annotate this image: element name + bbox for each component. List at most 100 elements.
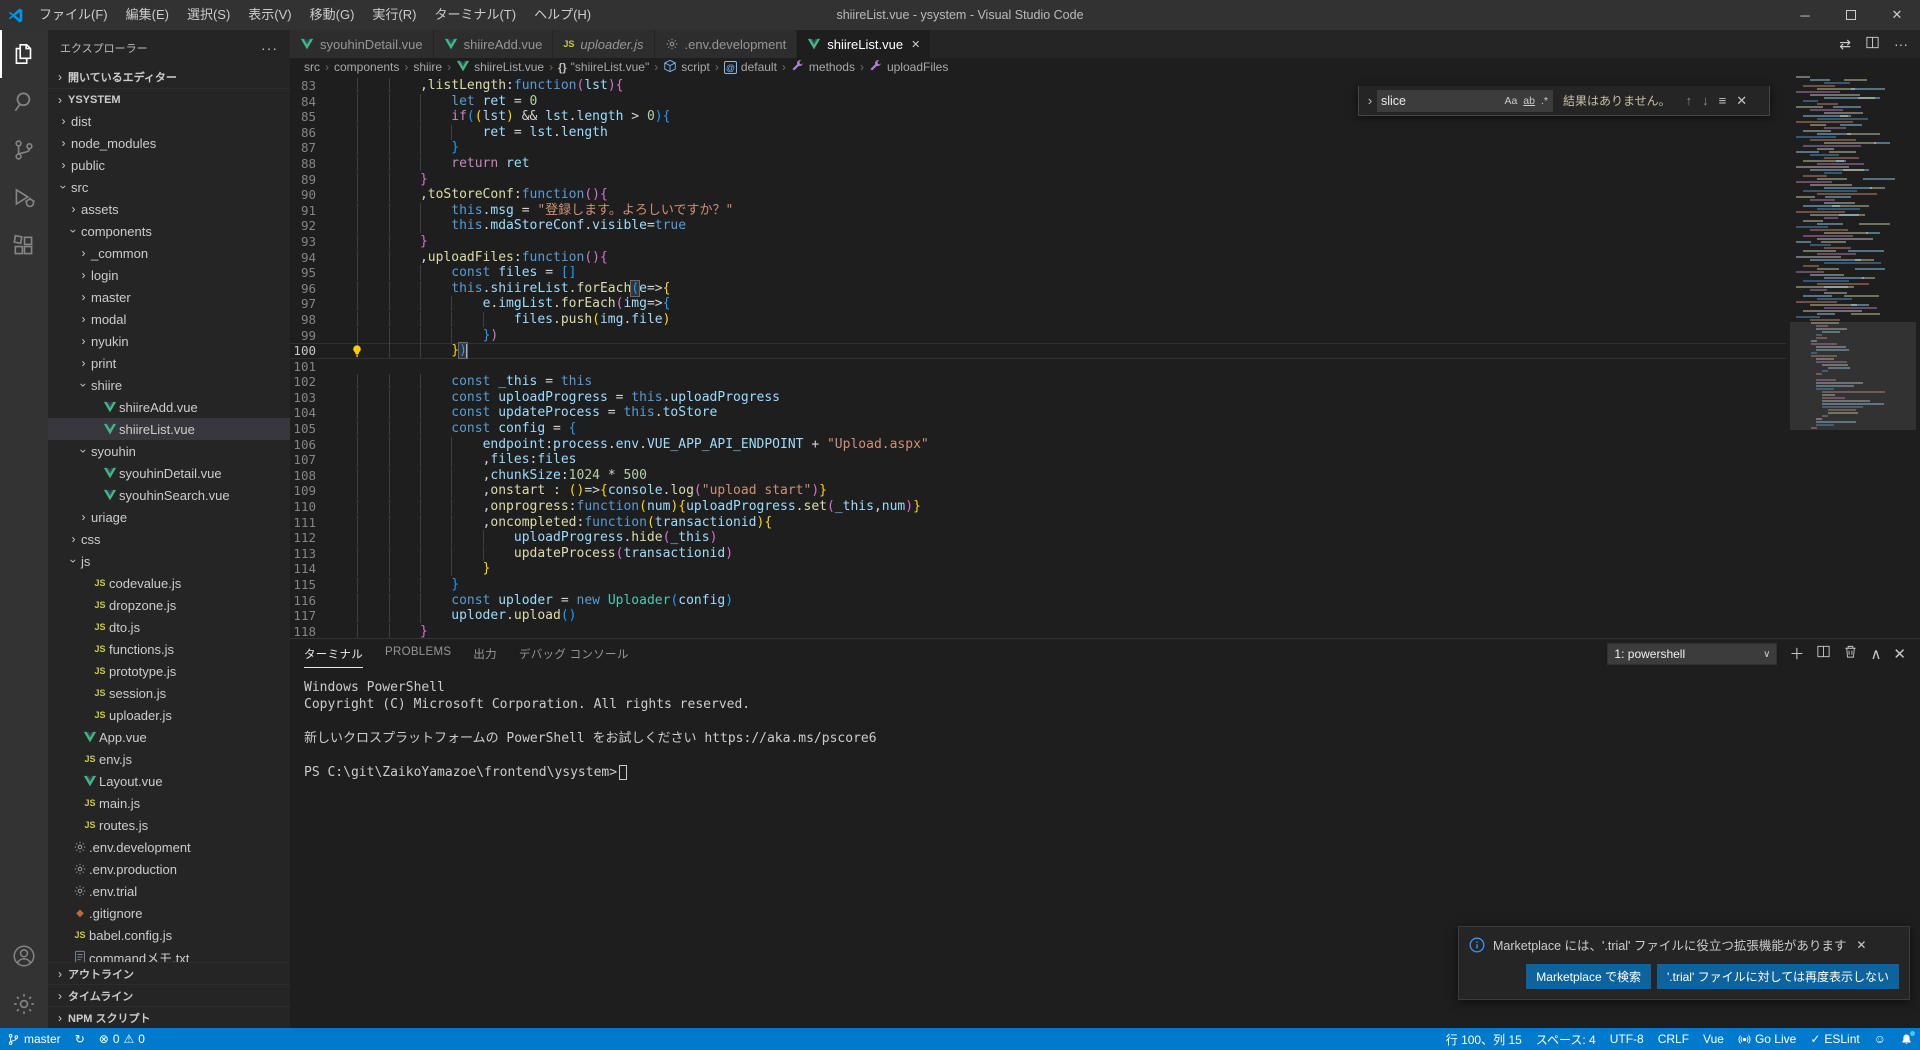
line-number[interactable]: 112: [290, 530, 326, 546]
breadcrumb-item-shiire[interactable]: shiire: [413, 60, 442, 74]
line-number[interactable]: 108: [290, 468, 326, 484]
tree-item-session.js[interactable]: JSsession.js: [48, 682, 290, 704]
tree-item-login[interactable]: ›login: [48, 264, 290, 286]
terminal-selector[interactable]: 1: powershell ∨: [1607, 643, 1777, 665]
cursor-position[interactable]: 行 100、列 15: [1439, 1028, 1529, 1050]
code-line-115[interactable]: 115 }: [290, 577, 1786, 593]
tree-item-node_modules[interactable]: ›node_modules: [48, 132, 290, 154]
tab-shiireList.vue[interactable]: shiireList.vue✕: [797, 30, 930, 58]
tree-item-shiireList.vue[interactable]: shiireList.vue: [48, 418, 290, 440]
tree-item-codevalue.js[interactable]: JScodevalue.js: [48, 572, 290, 594]
breadcrumb-item-uploadFiles[interactable]: uploadFiles: [869, 59, 948, 76]
explorer-icon[interactable]: [0, 30, 48, 78]
line-number[interactable]: 98: [290, 312, 326, 328]
breadcrumb-item-methods[interactable]: methods: [791, 59, 855, 76]
tree-item-uploader.js[interactable]: JSuploader.js: [48, 704, 290, 726]
tree-item-main.js[interactable]: JSmain.js: [48, 792, 290, 814]
line-number[interactable]: 102: [290, 374, 326, 390]
menu-選択(S)[interactable]: 選択(S): [178, 0, 239, 30]
tree-item-.env.development[interactable]: .env.development: [48, 836, 290, 858]
section-アウトライン[interactable]: ›アウトライン: [48, 962, 290, 984]
tree-item-public[interactable]: ›public: [48, 154, 290, 176]
section-タイムライン[interactable]: ›タイムライン: [48, 984, 290, 1006]
line-number[interactable]: 107: [290, 452, 326, 468]
lightbulb-icon[interactable]: [350, 344, 364, 358]
line-number[interactable]: 90: [290, 187, 326, 203]
panel-tab-デバッグ コンソール[interactable]: デバッグ コンソール: [519, 640, 629, 668]
code-line-113[interactable]: 113 updateProcess(transactionid): [290, 546, 1786, 562]
indentation-indicator[interactable]: スペース: 4: [1529, 1028, 1603, 1050]
tree-item-assets[interactable]: ›assets: [48, 198, 290, 220]
line-number[interactable]: 95: [290, 265, 326, 281]
tree-item-print[interactable]: ›print: [48, 352, 290, 374]
close-window-icon[interactable]: ✕: [1874, 0, 1920, 30]
maximize-panel-icon[interactable]: ∧: [1870, 647, 1881, 662]
code-editor[interactable]: 83 ,listLength:function(lst){84 let ret …: [290, 76, 1920, 638]
code-line-94[interactable]: 94 ,uploadFiles:function(){: [290, 250, 1786, 266]
panel-tab-出力[interactable]: 出力: [473, 640, 497, 668]
code-line-107[interactable]: 107 ,files:files: [290, 452, 1786, 468]
code-line-112[interactable]: 112 uploadProgress.hide(_this): [290, 530, 1786, 546]
tree-item-syouhinSearch.vue[interactable]: syouhinSearch.vue: [48, 484, 290, 506]
tree-item-Layout.vue[interactable]: Layout.vue: [48, 770, 290, 792]
minimize-icon[interactable]: ─: [1782, 0, 1828, 30]
account-icon[interactable]: [0, 932, 48, 980]
tree-item-syouhin[interactable]: ›syouhin: [48, 440, 290, 462]
line-number[interactable]: 89: [290, 172, 326, 188]
tree-item-src[interactable]: ›src: [48, 176, 290, 198]
code-line-118[interactable]: 118 }: [290, 624, 1786, 638]
line-number[interactable]: 88: [290, 156, 326, 172]
code-line-90[interactable]: 90 ,toStoreConf:function(){: [290, 187, 1786, 203]
feedback-smiley-icon[interactable]: ☺: [1867, 1028, 1893, 1050]
close-tab-icon[interactable]: ✕: [911, 38, 920, 51]
find-in-selection-icon[interactable]: ≡: [1719, 93, 1727, 108]
line-number[interactable]: 105: [290, 421, 326, 437]
open-editors-section[interactable]: › 開いているエディター: [48, 66, 290, 88]
sync-indicator[interactable]: ↻: [68, 1028, 92, 1050]
line-number[interactable]: 104: [290, 405, 326, 421]
breadcrumb-item-components[interactable]: components: [334, 60, 399, 74]
line-number[interactable]: 85: [290, 109, 326, 125]
split-terminal-icon[interactable]: [1816, 644, 1831, 664]
code-line-88[interactable]: 88 return ret: [290, 156, 1786, 172]
line-number[interactable]: 86: [290, 125, 326, 141]
line-number[interactable]: 94: [290, 250, 326, 266]
code-line-111[interactable]: 111 ,oncompleted:function(transactionid)…: [290, 515, 1786, 531]
tree-item-.env.trial[interactable]: .env.trial: [48, 880, 290, 902]
line-number[interactable]: 115: [290, 577, 326, 593]
breadcrumb-item-"shiireList.vue"[interactable]: {}"shiireList.vue": [558, 60, 649, 74]
code-line-116[interactable]: 116 const uploder = new Uploader(config): [290, 593, 1786, 609]
panel-tab-PROBLEMS[interactable]: PROBLEMS: [385, 640, 451, 668]
line-number[interactable]: 96: [290, 281, 326, 297]
tree-item-dto.js[interactable]: JSdto.js: [48, 616, 290, 638]
code-line-92[interactable]: 92 this.mdaStoreConf.visible=true: [290, 218, 1786, 234]
terminal-output[interactable]: Windows PowerShellCopyright (C) Microsof…: [290, 669, 1920, 781]
menu-ターミナル(T)[interactable]: ターミナル(T): [425, 0, 525, 30]
tree-item-components[interactable]: ›components: [48, 220, 290, 242]
workspace-root-section[interactable]: › YSYSTEM: [48, 88, 290, 110]
regex-icon[interactable]: .*: [1538, 93, 1551, 109]
split-editor-icon[interactable]: [1865, 35, 1880, 53]
code-line-99[interactable]: 99 }): [290, 328, 1786, 344]
breadcrumb-item-src[interactable]: src: [304, 60, 320, 74]
close-panel-icon[interactable]: ✕: [1893, 647, 1906, 662]
line-number[interactable]: 110: [290, 499, 326, 515]
code-line-101[interactable]: 101: [290, 359, 1786, 375]
tree-item-.gitignore[interactable]: ◆.gitignore: [48, 902, 290, 924]
tree-item-uriage[interactable]: ›uriage: [48, 506, 290, 528]
line-number[interactable]: 84: [290, 94, 326, 110]
code-line-89[interactable]: 89 }: [290, 172, 1786, 188]
close-notification-icon[interactable]: ✕: [1856, 938, 1866, 952]
extensions-icon[interactable]: [0, 222, 48, 270]
line-number[interactable]: 97: [290, 296, 326, 312]
breadcrumb-item-script[interactable]: script: [663, 59, 710, 76]
menu-編集(E)[interactable]: 編集(E): [117, 0, 178, 30]
code-line-98[interactable]: 98 files.push(img.file): [290, 312, 1786, 328]
line-number[interactable]: 106: [290, 437, 326, 453]
breadcrumb-item-shiireList.vue[interactable]: shiireList.vue: [456, 59, 544, 76]
code-line-102[interactable]: 102 const _this = this: [290, 374, 1786, 390]
tree-item-prototype.js[interactable]: JSprototype.js: [48, 660, 290, 682]
whole-word-icon[interactable]: ab: [1520, 93, 1538, 109]
go-live-button[interactable]: Go Live: [1731, 1028, 1803, 1050]
line-number[interactable]: 100: [290, 343, 326, 359]
